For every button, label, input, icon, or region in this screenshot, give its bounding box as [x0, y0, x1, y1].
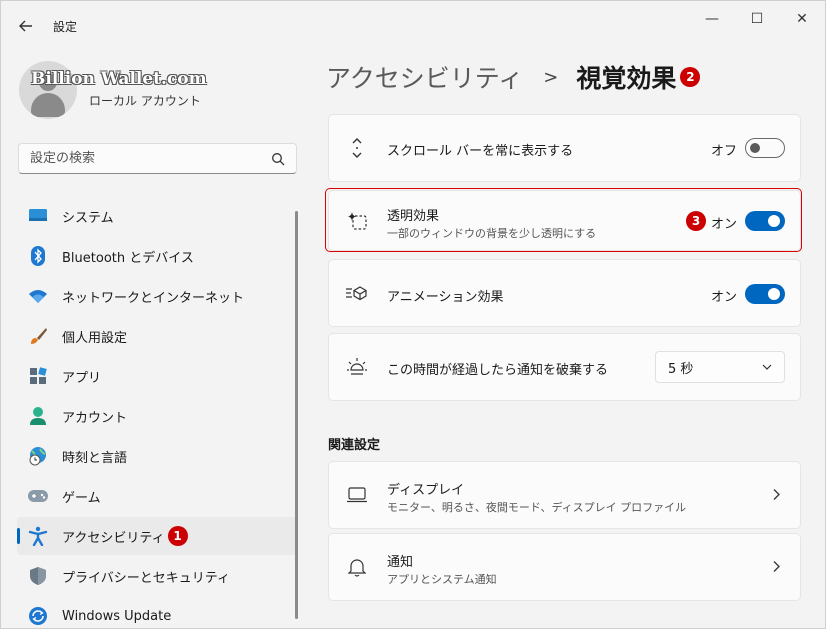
sidebar-item-accessibility[interactable]: アクセシビリティ 1: [17, 517, 297, 555]
sidebar-nav: システム Bluetooth とデバイス ネットワークとインターネット 個人用設…: [17, 197, 297, 629]
animation-toggle[interactable]: [745, 284, 785, 304]
toggle-knob: [768, 288, 780, 300]
chevron-right-icon: [772, 558, 780, 577]
setting-title: 透明効果: [387, 209, 440, 224]
sidebar-item-label: 個人用設定: [62, 330, 128, 346]
sidebar-item-bluetooth[interactable]: Bluetooth とデバイス: [17, 237, 297, 275]
toggle-state-label: オフ: [711, 144, 738, 159]
sidebar-item-network[interactable]: ネットワークとインターネット: [17, 277, 297, 315]
setting-title: ディスプレイ: [387, 483, 465, 498]
bluetooth-icon: [27, 245, 49, 267]
breadcrumb: アクセシビリティ > 視覚効果 2: [326, 59, 701, 95]
sidebar-item-system[interactable]: システム: [17, 197, 297, 235]
sidebar-item-time-language[interactable]: 時刻と言語: [17, 437, 297, 475]
account-type: ローカル アカウント: [89, 94, 201, 108]
sidebar-item-label: システム: [62, 210, 114, 226]
sidebar-item-personalization[interactable]: 個人用設定: [17, 317, 297, 355]
setting-notification-timeout-card: この時間が経過したら通知を破棄する 5 秒: [328, 333, 801, 401]
search-input[interactable]: [18, 143, 297, 174]
animation-icon: [345, 281, 369, 305]
wifi-icon: [27, 285, 49, 307]
related-settings-heading: 関連設定: [328, 438, 381, 453]
page-title: 視覚効果: [576, 64, 677, 93]
sidebar-item-label: ゲーム: [62, 490, 101, 506]
sidebar-item-label: ネットワークとインターネット: [62, 290, 245, 306]
toggle-state-label: オン: [711, 217, 738, 232]
toggle-knob: [768, 215, 780, 227]
scrollbars-toggle[interactable]: [745, 138, 785, 158]
chevron-down-icon: [762, 361, 772, 376]
shield-icon: [27, 565, 49, 587]
sidebar-scrollbar[interactable]: [295, 211, 298, 619]
sidebar-item-label: 時刻と言語: [62, 450, 128, 466]
transparency-toggle[interactable]: [745, 211, 785, 231]
back-arrow-icon[interactable]: [15, 15, 37, 37]
related-display-card[interactable]: ディスプレイ モニター、明るさ、夜間モード、ディスプレイ プロファイル: [328, 461, 801, 529]
setting-subtitle: 一部のウィンドウの背景を少し透明にする: [387, 227, 597, 240]
breadcrumb-parent[interactable]: アクセシビリティ: [326, 59, 523, 95]
accessibility-icon: [27, 525, 49, 547]
search-icon[interactable]: [271, 151, 285, 166]
bell-icon: [345, 555, 369, 579]
sidebar-item-label: アカウント: [62, 410, 128, 426]
chevron-right-icon: [772, 486, 780, 505]
step-badge: 2: [680, 67, 701, 87]
sidebar-item-gaming[interactable]: ゲーム: [17, 477, 297, 515]
sparkle-icon: [345, 209, 369, 233]
brush-icon: [27, 325, 49, 347]
title-bar: 設定 — ☐ ✕: [1, 1, 825, 47]
settings-window: 設定 — ☐ ✕ Billion Wallet.com ローカル アカウント シ…: [0, 0, 826, 629]
active-indicator: [17, 528, 20, 544]
minimize-button[interactable]: —: [697, 9, 727, 29]
notification-timeout-dropdown[interactable]: 5 秒: [655, 351, 785, 383]
sidebar-item-label: Bluetooth とデバイス: [62, 250, 194, 266]
display-icon: [345, 483, 369, 507]
gamepad-icon: [27, 485, 49, 507]
toggle-state-label: オン: [711, 290, 738, 305]
sidebar-item-windows-update[interactable]: Windows Update: [17, 597, 297, 629]
step-badge: 3: [686, 211, 706, 231]
setting-subtitle: モニター、明るさ、夜間モード、ディスプレイ プロファイル: [387, 501, 687, 514]
toggle-knob: [750, 143, 760, 153]
globe-clock-icon: [27, 445, 49, 467]
sidebar-item-privacy[interactable]: プライバシーとセキュリティ: [17, 557, 297, 595]
dropdown-value: 5 秒: [668, 361, 694, 377]
setting-title: 通知: [387, 555, 414, 570]
sidebar-item-label: プライバシーとセキュリティ: [62, 570, 230, 586]
sidebar-item-accounts[interactable]: アカウント: [17, 397, 297, 435]
system-icon: [27, 205, 49, 227]
sidebar-item-label: アプリ: [62, 370, 102, 386]
sidebar-item-apps[interactable]: アプリ: [17, 357, 297, 395]
setting-scrollbars-card: スクロール バーを常に表示する オフ: [328, 114, 801, 182]
sidebar-item-label: アクセシビリティ: [62, 530, 165, 546]
setting-title: アニメーション効果: [387, 290, 504, 305]
close-button[interactable]: ✕: [787, 9, 817, 29]
user-name: Billion Wallet.com: [31, 69, 207, 89]
sidebar-item-label: Windows Update: [62, 608, 172, 624]
app-title: 設定: [53, 20, 78, 34]
brightness-icon: [345, 355, 369, 379]
setting-subtitle: アプリとシステム通知: [387, 573, 497, 586]
avatar-body-icon: [31, 93, 65, 117]
related-notifications-card[interactable]: 通知 アプリとシステム通知: [328, 533, 801, 601]
account-icon: [27, 405, 49, 427]
step-badge: 1: [167, 526, 188, 546]
setting-title: スクロール バーを常に表示する: [387, 144, 574, 159]
breadcrumb-separator: >: [543, 66, 559, 88]
setting-animation-card: アニメーション効果 オン: [328, 259, 801, 327]
update-icon: [27, 605, 49, 627]
setting-title: この時間が経過したら通知を破棄する: [387, 363, 609, 378]
scroll-arrows-icon: [345, 136, 369, 160]
setting-transparency-card: 透明効果 一部のウィンドウの背景を少し透明にする 3 オン: [328, 190, 801, 251]
maximize-button[interactable]: ☐: [742, 9, 772, 29]
apps-icon: [27, 365, 49, 387]
